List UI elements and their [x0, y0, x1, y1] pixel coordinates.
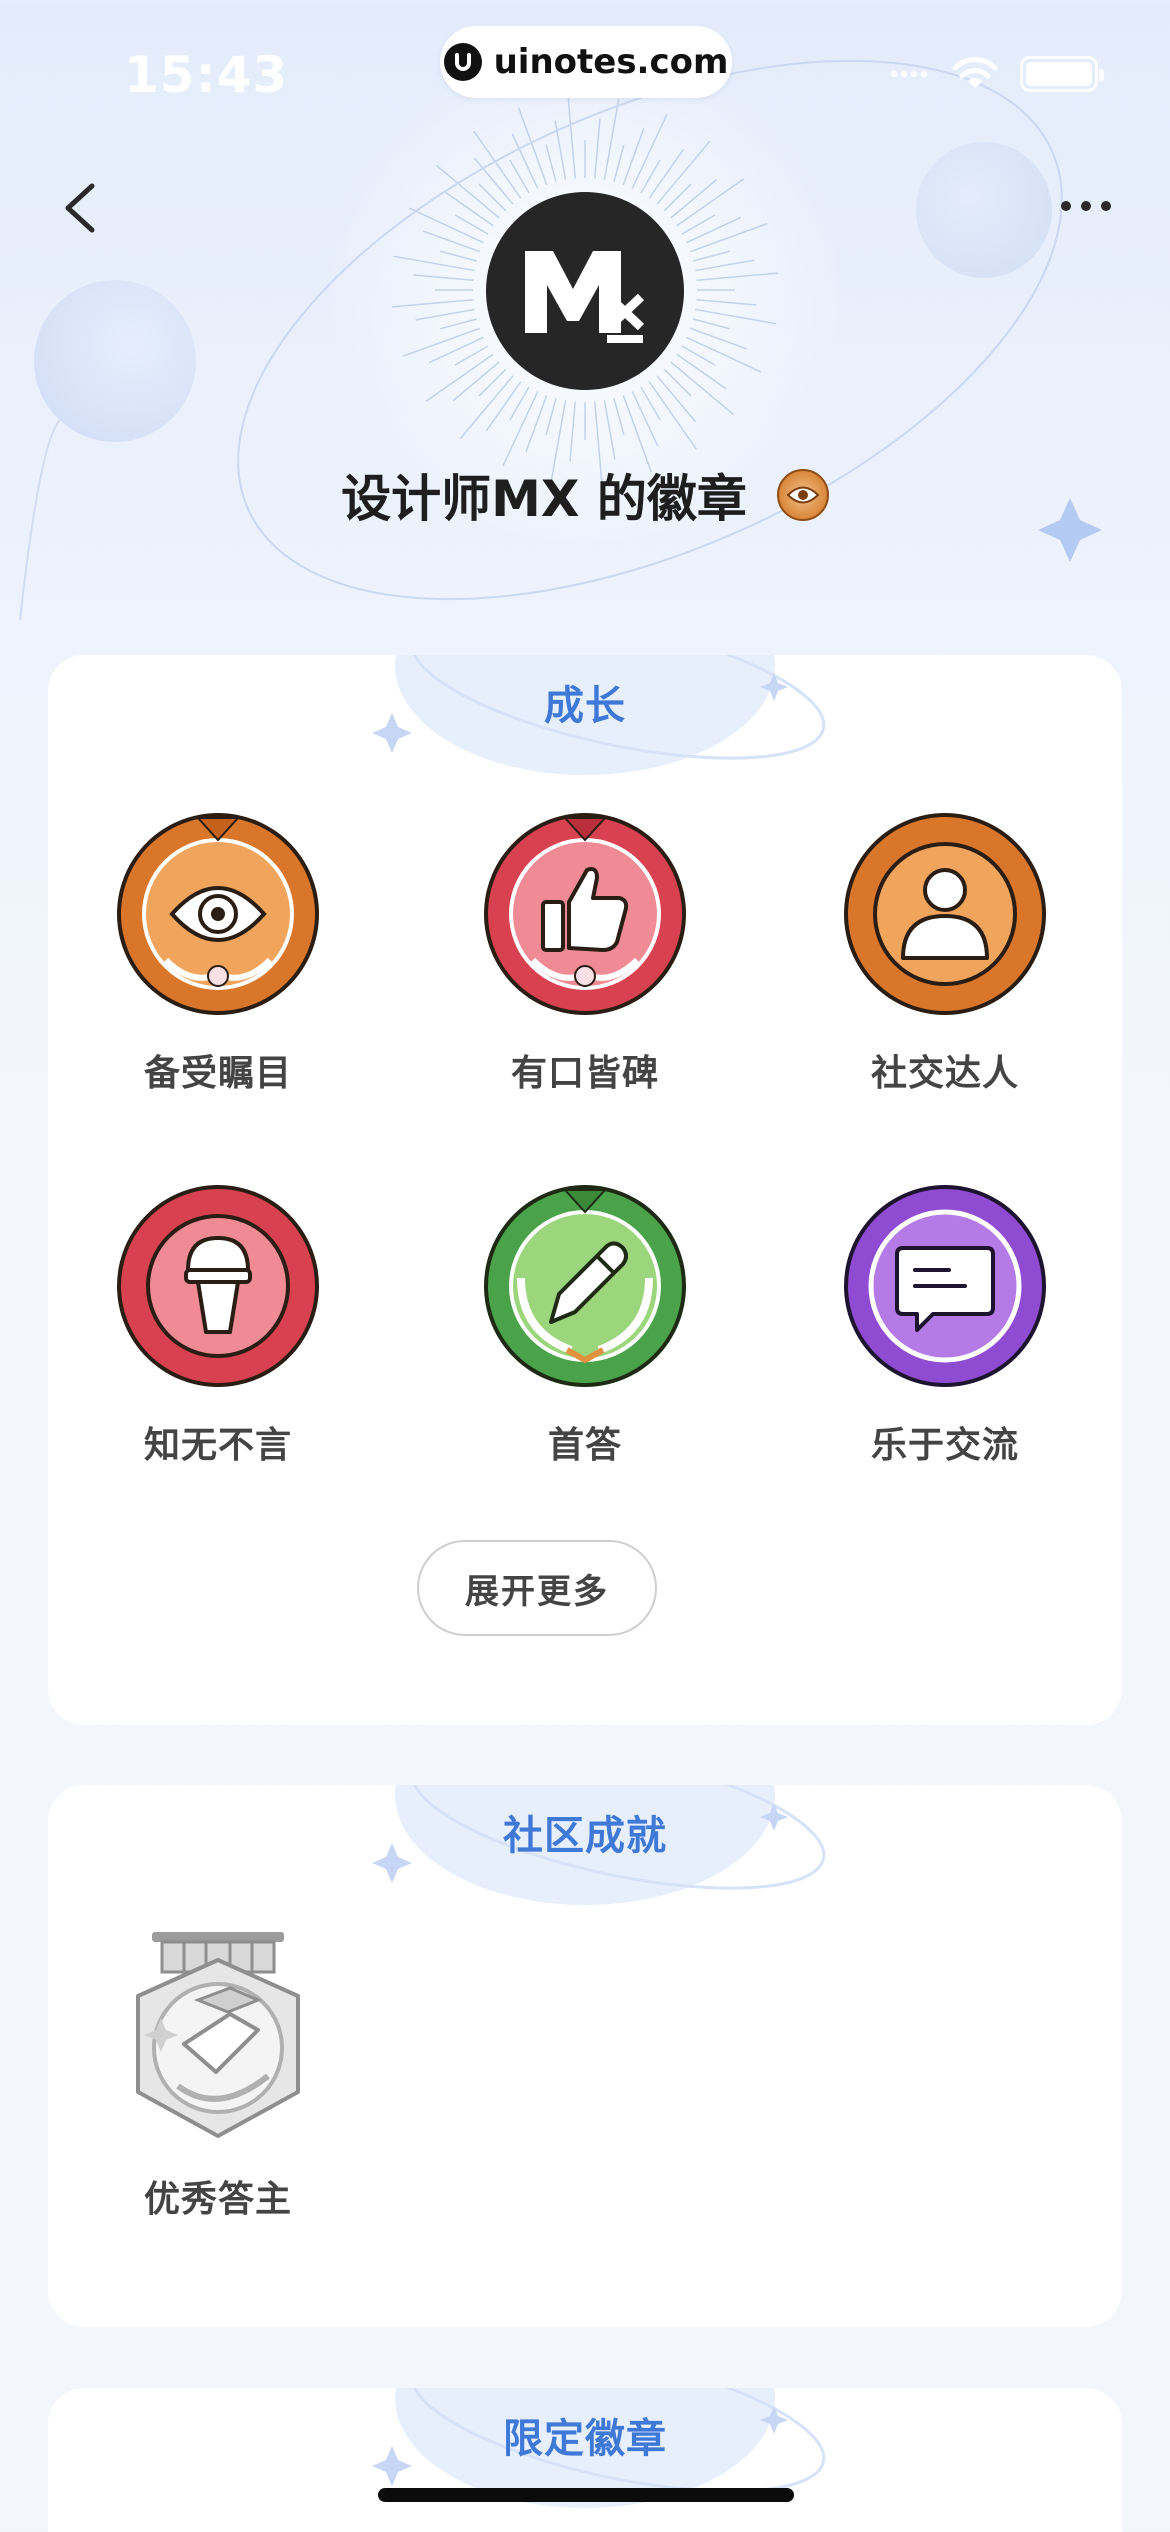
section-title: 限定徽章: [503, 2416, 667, 2462]
pencil-icon: [484, 1185, 686, 1387]
section-title: 社区成就: [503, 1813, 667, 1859]
avatar[interactable]: [486, 192, 684, 390]
profile-title-row: 设计师MX 的徽章: [0, 460, 1170, 530]
badge-item-social[interactable]: 社交达人: [825, 810, 1065, 1096]
status-time: 15:43: [124, 46, 289, 104]
eye-icon: [117, 813, 319, 1015]
status-icons: [890, 56, 1104, 92]
profile-header: 15:43 uinotes.com 设计师MX 的徽章: [0, 0, 1170, 650]
expand-more-button[interactable]: 展开更多: [417, 1540, 657, 1636]
medal-icon: [136, 1932, 300, 2138]
badge-label: 优秀答主: [143, 2179, 292, 2220]
badge-label: 乐于交流: [870, 1425, 1019, 1466]
badge-item-outspoken[interactable]: 知无不言: [98, 1182, 338, 1468]
microphone-icon: [117, 1185, 319, 1387]
person-icon: [844, 813, 1046, 1015]
badge-item-reputation[interactable]: 有口皆碑: [465, 810, 705, 1096]
decor-circle-left: [34, 280, 196, 442]
eye-icon[interactable]: [776, 469, 829, 521]
badge-label: 首答: [547, 1425, 622, 1466]
wifi-icon: [952, 57, 998, 88]
badge-label: 备受瞩目: [143, 1053, 292, 1094]
badge-item-communicator[interactable]: 乐于交流: [825, 1182, 1065, 1468]
decor-circle-right: [916, 142, 1052, 278]
chat-bubble-icon: [844, 1185, 1046, 1387]
badge-label: 有口皆碑: [510, 1053, 659, 1094]
badge-item-first-answer[interactable]: 首答: [465, 1182, 705, 1468]
badge-item-excellent-answerer[interactable]: 优秀答主: [98, 1926, 338, 2222]
battery-icon: [1020, 56, 1104, 92]
back-button[interactable]: [52, 172, 112, 244]
signal-icon: [890, 70, 928, 78]
url-text: uinotes.com: [493, 42, 729, 82]
more-button[interactable]: [1046, 180, 1126, 232]
chevron-left-icon: [65, 183, 95, 233]
home-indicator[interactable]: [378, 2488, 794, 2502]
url-pill[interactable]: uinotes.com: [440, 26, 732, 98]
badge-label: 社交达人: [870, 1053, 1019, 1094]
more-horizontal-icon: [1061, 201, 1111, 211]
page-title: 设计师MX 的徽章: [341, 470, 747, 528]
badge-label: 知无不言: [143, 1425, 292, 1466]
avatar-logo-icon: [525, 251, 645, 343]
section-title: 成长: [544, 683, 626, 729]
uinotes-logo-icon: [443, 43, 482, 81]
badge-item-spotlight[interactable]: 备受瞩目: [98, 810, 338, 1096]
section-limited-badges: 限定徽章: [48, 2388, 1122, 2532]
thumbs-up-icon: [484, 813, 686, 1015]
